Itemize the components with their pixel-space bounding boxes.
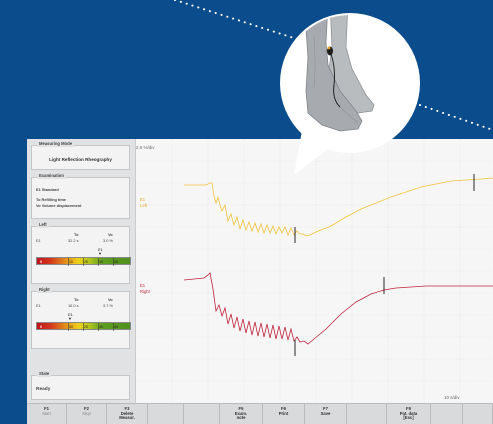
right-row-label: E1	[36, 303, 41, 308]
left-scale-tick-label: 35	[99, 260, 103, 264]
application-window: Measuring Mode Light Reflection Rheograp…	[27, 139, 493, 424]
left-scale-marker-label: E1	[98, 247, 103, 252]
left-row-label: E1	[36, 238, 41, 243]
right-scale-zero: 0	[40, 324, 42, 329]
state-title: State	[37, 371, 52, 377]
fkey-empty-slot	[431, 404, 463, 424]
right-to-value: 16.0 s	[68, 303, 79, 308]
examination-param-vo: Vo Volume displacement	[36, 203, 82, 208]
function-key-bar: F1 Start F2 Stop F3 Delete Measur. F5 Exam. not…	[27, 403, 493, 424]
fkey-f7-button[interactable]: F7 Save	[305, 404, 347, 424]
fkey-empty-slot	[148, 404, 184, 424]
fkey-f9-button[interactable]: F9 Pat. data [Esc]	[387, 404, 431, 424]
measuring-mode-value[interactable]: Light Reflection Rheography	[32, 157, 129, 162]
state-panel: State Ready	[31, 371, 130, 400]
left-title: Left	[37, 222, 49, 228]
right-curve-label-side: Right	[140, 289, 151, 294]
state-value: Ready	[36, 387, 51, 392]
waveform-plot[interactable]: 2.0 %/div 10 s/div E1 Left E1 Right	[136, 139, 493, 403]
feet-illustration-bubble	[280, 13, 420, 175]
plot-grid	[136, 139, 493, 403]
fkey-label: Delete Measur.	[119, 410, 135, 421]
fkey-label: Start	[42, 410, 51, 416]
fkey-label: Exam. note	[234, 410, 248, 421]
fkey-empty-slot	[463, 404, 493, 424]
fkey-label: Save	[320, 410, 331, 416]
left-scale-tick-label: 10	[69, 260, 73, 264]
right-vo-value: 3.7 %	[103, 303, 113, 308]
waveform-svg: 2.0 %/div 10 s/div E1 Left E1 Right	[136, 139, 493, 403]
right-curve-label-exam: E1	[140, 283, 146, 288]
right-scale-tick-label: 45	[114, 325, 118, 329]
left-curve	[184, 177, 493, 237]
fkey-f3-button[interactable]: F3 Delete Measur.	[107, 404, 148, 424]
left-scale-zero: 0	[40, 259, 42, 264]
y-scale-label: 2.0 %/div	[136, 145, 155, 150]
fkey-label: Stop	[82, 410, 91, 416]
fkey-label: Print	[278, 410, 289, 416]
right-scale-tick-label: 25	[84, 325, 88, 329]
right-scale-marker: E1 ▼	[68, 312, 73, 321]
right-results-panel: Right To Vo E1 16.0 s 3.7 % E1 ▼ 0 10 25 …	[31, 287, 131, 349]
left-score-scale: 0 10 25 35 45	[36, 257, 131, 266]
left-vo-value: 3.0 %	[103, 238, 113, 243]
cursor-marks[interactable]	[294, 174, 475, 356]
fkey-f6-button[interactable]: F6 Print	[263, 404, 305, 424]
right-scale-tick-label: 10	[69, 325, 73, 329]
left-to-value: 32.2 s	[68, 238, 79, 243]
x-scale-label: 10 s/div	[444, 395, 460, 400]
left-scale-marker: E1 ▼	[98, 247, 103, 256]
right-curve	[183, 272, 493, 345]
fkey-f5-button[interactable]: F5 Exam. note	[220, 404, 263, 424]
examination-param-to: To Refilling time	[36, 197, 66, 202]
right-score-scale: 0 10 25 35 45	[36, 322, 131, 331]
fkey-f1-button[interactable]: F1 Start	[27, 404, 67, 424]
left-col-vo: Vo	[108, 232, 113, 237]
right-title: Right	[37, 287, 52, 293]
right-col-vo: Vo	[108, 297, 113, 302]
left-scale-tick-label: 25	[84, 260, 88, 264]
left-col-to: To	[74, 232, 79, 237]
right-scale-marker-label: E1	[68, 312, 73, 317]
left-curve-label-exam: E1	[140, 197, 146, 202]
right-scale-tick-label: 35	[99, 325, 103, 329]
examination-panel: Examination E1 Standard To Refilling tim…	[31, 173, 130, 219]
measuring-mode-panel: Measuring Mode Light Reflection Rheograp…	[31, 141, 130, 170]
fkey-empty-slot	[184, 404, 220, 424]
left-curve-label-side: Left	[140, 203, 148, 208]
left-results-panel: Left To Vo E1 32.2 s 3.0 % E1 ▼ 0 10 25 3…	[31, 222, 131, 284]
left-scale-tick-label: 45	[114, 260, 118, 264]
fkey-empty-slot	[347, 404, 387, 424]
right-col-to: To	[74, 297, 79, 302]
fkey-f2-button[interactable]: F2 Stop	[67, 404, 107, 424]
measuring-mode-title: Measuring Mode	[37, 141, 75, 147]
fkey-label: Pat. data [Esc]	[399, 410, 418, 421]
examination-title: Examination	[37, 173, 66, 179]
examination-type: E1 Standard	[36, 187, 59, 192]
sidebar: Measuring Mode Light Reflection Rheograp…	[27, 139, 136, 403]
